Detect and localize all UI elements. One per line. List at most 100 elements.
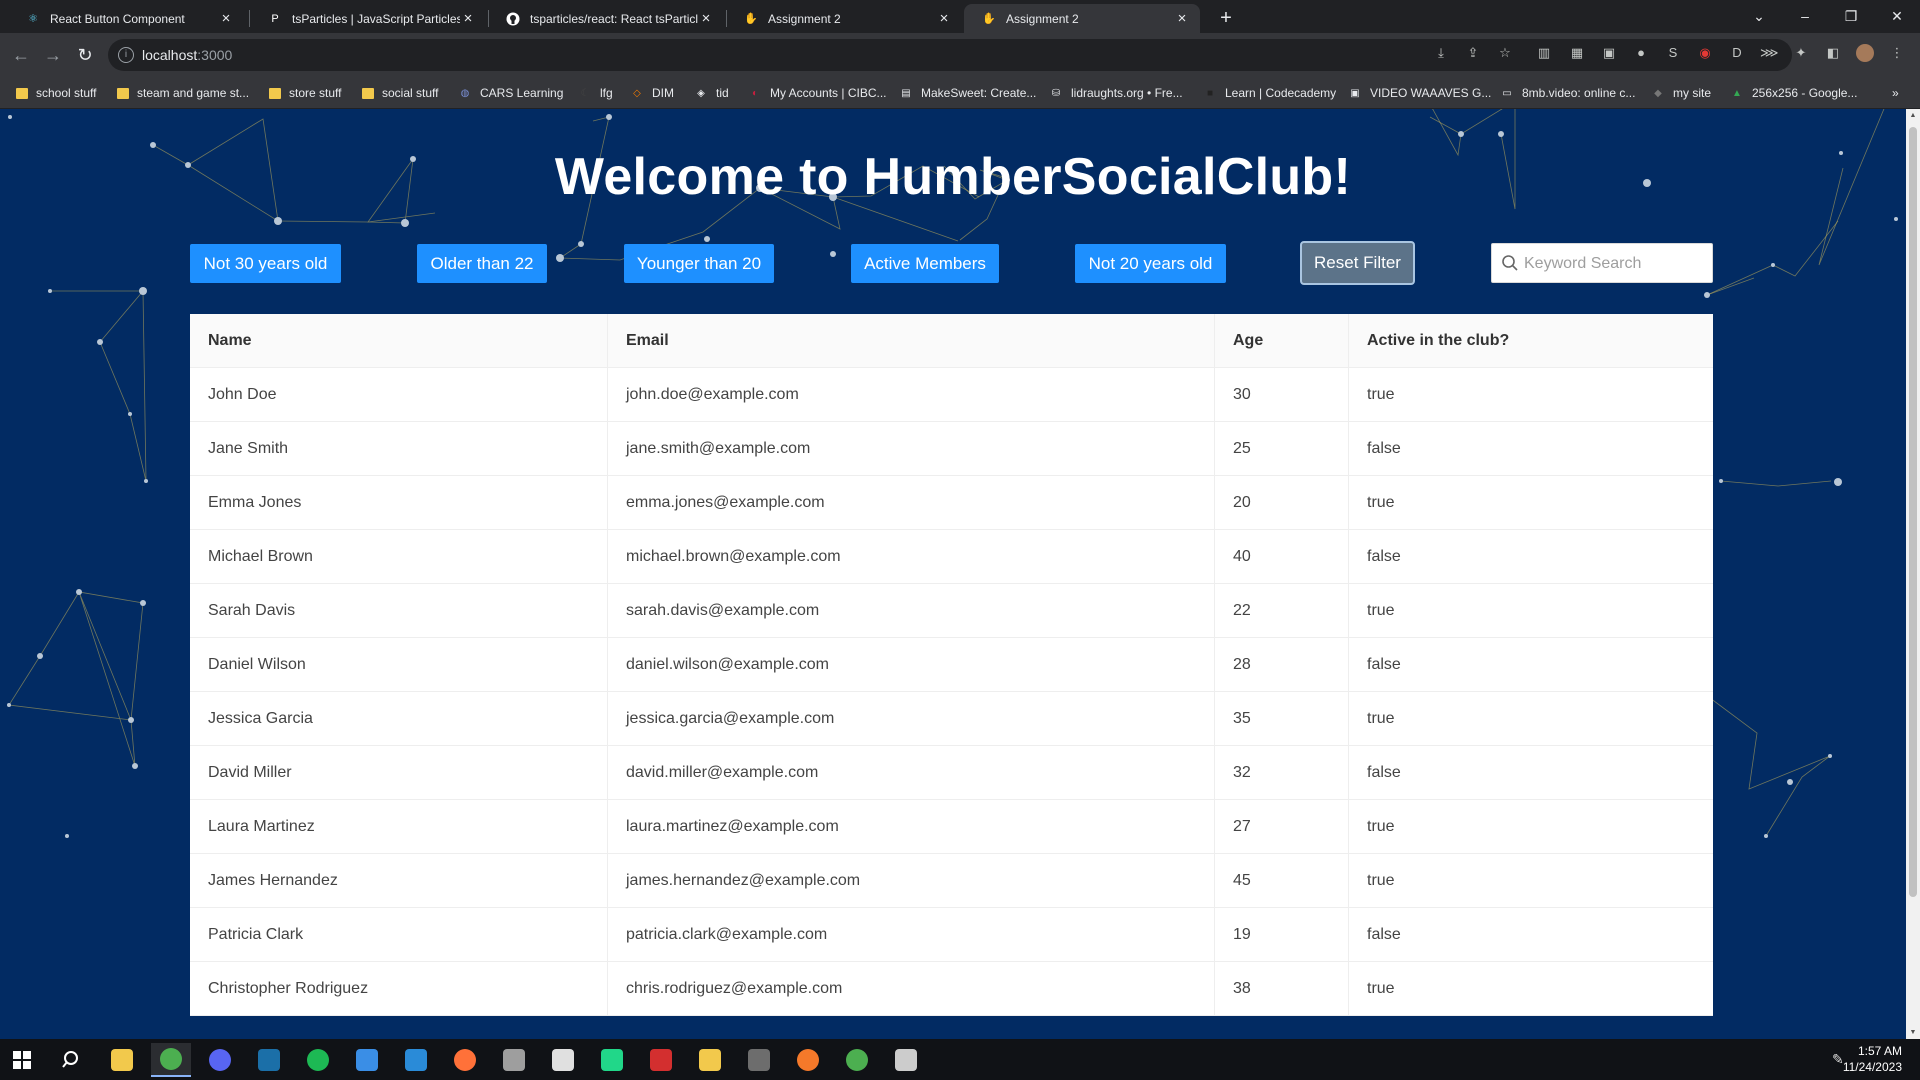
column-header-age[interactable]: Age — [1215, 314, 1349, 367]
folder-icon — [16, 87, 28, 99]
bookmark-video-waaaves[interactable]: ▣ VIDEO WAAAVES G... — [1348, 84, 1491, 102]
tab-react-button-component[interactable]: ⚛ React Button Component × — [8, 4, 244, 33]
shield-app-icon[interactable] — [494, 1043, 534, 1077]
page-scrollbar[interactable]: ▲ ▼ — [1906, 109, 1920, 1039]
tab-search-button[interactable]: ⌄ — [1736, 2, 1782, 30]
site-info-icon[interactable]: i — [118, 47, 134, 63]
scroll-down-icon[interactable]: ▼ — [1909, 1029, 1917, 1036]
bookmark-lidraughts[interactable]: ⛁ lidraughts.org • Fre... — [1049, 84, 1183, 102]
forward-button[interactable]: → — [40, 42, 66, 68]
diamond-outline-icon: ◈ — [697, 87, 705, 99]
extension-icon[interactable]: ▥ — [1535, 44, 1553, 62]
pen-icon[interactable]: ✎ — [1832, 1051, 1844, 1068]
tab-assignment-2-active[interactable]: ✋ Assignment 2 × — [964, 4, 1200, 33]
side-panel-icon[interactable]: ◧ — [1824, 44, 1842, 62]
email-cell: james.hernandez@example.com — [608, 854, 1215, 907]
puzzle-extensions-icon[interactable]: ✦ — [1792, 44, 1810, 62]
no-entry-icon-glyph — [552, 1049, 574, 1071]
store-icon-glyph — [356, 1049, 378, 1071]
new-tab-button[interactable]: + — [1214, 6, 1238, 30]
blender-icon[interactable] — [788, 1043, 828, 1077]
download-app-icon[interactable] — [641, 1043, 681, 1077]
minimize-button[interactable]: – — [1782, 2, 1828, 30]
tab-assignment-2[interactable]: ✋ Assignment 2 × — [726, 4, 962, 33]
windows-start-icon[interactable] — [2, 1043, 42, 1077]
reload-button[interactable]: ↻ — [72, 42, 98, 68]
column-header-name[interactable]: Name — [190, 314, 608, 367]
close-window-button[interactable]: ✕ — [1874, 2, 1920, 30]
search-icon — [1502, 255, 1518, 271]
pycharm-icon[interactable] — [592, 1043, 632, 1077]
steam-icon[interactable] — [249, 1043, 289, 1077]
bookmark-dim[interactable]: ◇ DIM — [630, 84, 674, 102]
blender-icon-glyph — [797, 1049, 819, 1071]
age-cell: 38 — [1215, 962, 1349, 1015]
bookmark-tid[interactable]: ◈ tid — [694, 84, 729, 102]
column-header-active[interactable]: Active in the club? — [1349, 314, 1713, 367]
extension-icon[interactable]: S — [1664, 44, 1682, 62]
bookmark-8mb-video[interactable]: ▭ 8mb.video: online c... — [1500, 84, 1635, 102]
bookmark-lfg[interactable]: ☾ lfg — [578, 84, 613, 102]
tab-title: tsparticles/react: React tsParticle — [530, 11, 698, 26]
bookmark-256x256-google[interactable]: ▲ 256x256 - Google... — [1730, 84, 1857, 102]
game-app-icon[interactable] — [739, 1043, 779, 1077]
taskbar-search-icon[interactable] — [52, 1043, 92, 1077]
scrollbar-thumb[interactable] — [1909, 127, 1917, 897]
back-button[interactable]: ← — [8, 42, 34, 68]
bookmark-social-stuff[interactable]: social stuff — [362, 84, 438, 102]
close-icon[interactable]: × — [1174, 10, 1190, 27]
discord-icon[interactable] — [200, 1043, 240, 1077]
extension-icon[interactable]: ● — [1632, 44, 1650, 62]
extension-icon[interactable]: ▦ — [1568, 44, 1586, 62]
filter-younger-than-20-button[interactable]: Younger than 20 — [624, 244, 774, 283]
bookmark-makesweet[interactable]: ▤ MakeSweet: Create... — [899, 84, 1036, 102]
bookmark-school-stuff[interactable]: school stuff — [16, 84, 96, 102]
extension-icon[interactable]: ▣ — [1600, 44, 1618, 62]
chrome-icon[interactable] — [151, 1043, 191, 1077]
bookmark-codecademy[interactable]: ■ Learn | Codecademy — [1203, 84, 1336, 102]
share-icon[interactable]: ⇪ — [1464, 44, 1482, 62]
bookmark-cibc[interactable]: ◐ My Accounts | CIBC... — [748, 84, 887, 102]
filter-older-than-22-button[interactable]: Older than 22 — [417, 244, 547, 283]
close-icon[interactable]: × — [936, 10, 952, 27]
extension-icon[interactable]: ⋙ — [1760, 44, 1779, 62]
bookmark-steam-and-game[interactable]: steam and game st... — [117, 84, 249, 102]
profile-avatar[interactable] — [1856, 44, 1874, 62]
vscode-icon[interactable] — [396, 1043, 436, 1077]
email-cell: david.miller@example.com — [608, 746, 1215, 799]
bookmark-star-icon[interactable]: ☆ — [1496, 44, 1514, 62]
age-cell: 30 — [1215, 368, 1349, 421]
close-icon[interactable]: × — [218, 10, 234, 27]
column-header-email[interactable]: Email — [608, 314, 1215, 367]
spotify-icon[interactable] — [298, 1043, 338, 1077]
filter-not-30-button[interactable]: Not 30 years old — [190, 244, 341, 283]
reset-filter-button[interactable]: Reset Filter — [1300, 241, 1415, 285]
moon-icon: ☾ — [580, 87, 590, 99]
mongodb-icon[interactable] — [837, 1043, 877, 1077]
ublock-icon[interactable]: ◉ — [1696, 44, 1714, 62]
notes-app-icon[interactable] — [690, 1043, 730, 1077]
system-clock[interactable]: 1:57 AM 11/24/2023 — [1843, 1043, 1902, 1075]
tab-github-tsparticles-react[interactable]: tsparticles/react: React tsParticle × — [488, 4, 724, 33]
bookmark-store-stuff[interactable]: store stuff — [269, 84, 341, 102]
extension-icon[interactable]: D — [1728, 44, 1746, 62]
close-icon[interactable]: × — [698, 10, 714, 27]
close-icon[interactable]: × — [460, 10, 476, 27]
bookmark-my-site[interactable]: ◆ my site — [1651, 84, 1711, 102]
restore-button[interactable]: ❐ — [1828, 2, 1874, 30]
more-bookmarks-icon[interactable]: » — [1892, 84, 1899, 102]
filter-active-members-button[interactable]: Active Members — [851, 244, 999, 283]
age-cell: 20 — [1215, 476, 1349, 529]
terminal-icon[interactable] — [886, 1043, 926, 1077]
file-explorer-icon[interactable] — [102, 1043, 142, 1077]
firefox-icon[interactable] — [445, 1043, 485, 1077]
search-input[interactable]: Keyword Search — [1491, 243, 1713, 283]
store-icon[interactable] — [347, 1043, 387, 1077]
menu-icon[interactable]: ⋮ — [1888, 44, 1906, 62]
no-entry-icon[interactable] — [543, 1043, 583, 1077]
scroll-up-icon[interactable]: ▲ — [1909, 112, 1917, 119]
bookmark-cars-learning[interactable]: ◍ CARS Learning — [458, 84, 564, 102]
filter-not-20-button[interactable]: Not 20 years old — [1075, 244, 1226, 283]
tab-tsparticles[interactable]: P tsParticles | JavaScript Particles, C … — [250, 4, 486, 33]
install-app-icon[interactable]: ⤓ — [1432, 44, 1450, 62]
